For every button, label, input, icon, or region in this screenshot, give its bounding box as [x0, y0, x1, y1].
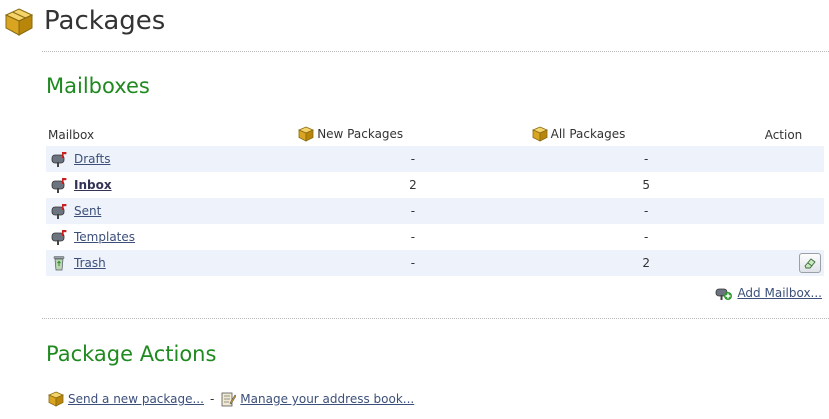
mailbox-link-inbox[interactable]: Inbox — [74, 178, 112, 192]
action-cell — [762, 250, 824, 276]
add-mailbox-action: Add Mailbox... — [715, 285, 822, 301]
address-book-icon — [221, 392, 237, 407]
eraser-icon — [804, 258, 816, 269]
column-new-packages-label: New Packages — [317, 126, 404, 141]
column-header-all-packages: All Packages — [530, 124, 763, 146]
mailbox-name-cell: Trash — [46, 250, 297, 276]
mailboxes-table: Mailbox New Packages All Packages Action… — [46, 124, 824, 276]
table-header-row: Mailbox New Packages All Packages Action — [46, 124, 824, 146]
new-packages-cell: - — [410, 230, 416, 244]
separator: - — [209, 392, 215, 406]
all-packages-cell: 2 — [529, 250, 763, 276]
mailbox-icon — [51, 204, 67, 219]
new-packages-cell: 2 — [409, 178, 417, 192]
mailbox-name-cell: Drafts — [46, 146, 297, 172]
mailbox-link-drafts[interactable]: Drafts — [74, 152, 111, 166]
all-packages-cell: - — [529, 198, 763, 224]
mailbox-link-sent[interactable]: Sent — [74, 204, 101, 218]
mailbox-link-templates[interactable]: Templates — [74, 230, 135, 244]
table-row: Drafts - - — [46, 146, 824, 172]
section-divider — [42, 318, 829, 319]
package-icon — [4, 7, 34, 41]
mailbox-name-cell: Templates — [46, 224, 296, 250]
package-actions-heading: Package Actions — [46, 342, 217, 366]
new-packages-cell: - — [296, 146, 530, 172]
mailbox-link-trash[interactable]: Trash — [74, 256, 106, 270]
page-title: Packages — [44, 6, 166, 36]
all-packages-cell: 5 — [642, 178, 650, 192]
package-icon — [298, 126, 315, 142]
package-icon — [531, 126, 548, 142]
header-divider — [42, 51, 829, 52]
all-packages-cell: - — [644, 230, 649, 244]
column-header-mailbox: Mailbox — [46, 124, 296, 146]
column-all-packages-label: All Packages — [550, 126, 626, 141]
table-row: Inbox 2 5 — [46, 172, 824, 198]
table-row: Trash - 2 — [46, 250, 824, 276]
mailboxes-heading: Mailboxes — [46, 74, 150, 98]
mailbox-icon — [51, 178, 67, 193]
package-icon — [48, 391, 64, 407]
add-mailbox-icon — [716, 288, 733, 300]
table-row: Templates - - — [46, 224, 824, 250]
trash-icon — [53, 256, 65, 271]
column-header-new-packages: New Packages — [296, 124, 529, 146]
table-row: Sent - - — [46, 198, 824, 224]
action-cell — [763, 224, 824, 250]
new-packages-cell: - — [296, 250, 530, 276]
send-package-link[interactable]: Send a new package... — [68, 392, 204, 406]
column-mailbox-label: Mailbox — [48, 128, 95, 142]
mailbox-icon — [51, 230, 67, 245]
mailbox-icon — [51, 152, 67, 167]
mailbox-name-cell: Inbox — [46, 172, 296, 198]
column-header-action: Action — [763, 124, 824, 146]
empty-trash-button[interactable] — [799, 253, 821, 273]
add-mailbox-link[interactable]: Add Mailbox... — [737, 286, 822, 300]
mailbox-name-cell: Sent — [46, 198, 297, 224]
manage-address-book-link[interactable]: Manage your address book... — [240, 392, 414, 406]
column-action-label: Action — [764, 128, 803, 142]
all-packages-cell: - — [529, 146, 763, 172]
action-cell — [762, 198, 824, 224]
package-actions-bar: Send a new package... - Manage your addr… — [48, 391, 414, 407]
action-cell — [762, 146, 824, 172]
new-packages-cell: - — [296, 198, 530, 224]
page-header: Packages — [0, 0, 829, 46]
action-cell — [763, 172, 824, 198]
